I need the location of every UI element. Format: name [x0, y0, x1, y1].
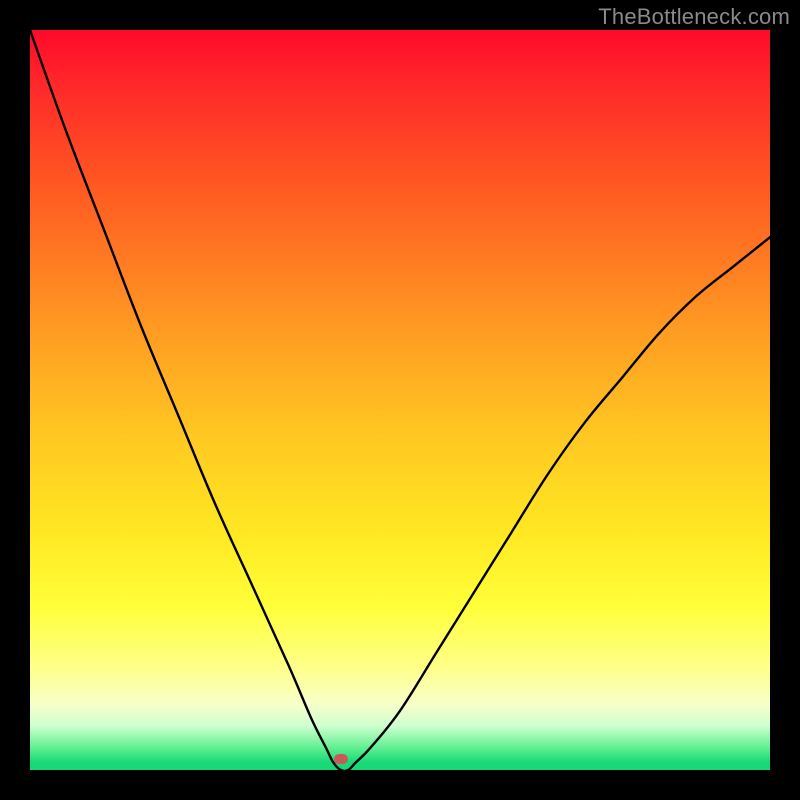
optimal-point-marker	[334, 754, 348, 764]
plot-area	[30, 30, 770, 770]
chart-frame: TheBottleneck.com	[0, 0, 800, 800]
watermark-text: TheBottleneck.com	[598, 4, 790, 30]
bottleneck-curve	[30, 30, 770, 770]
